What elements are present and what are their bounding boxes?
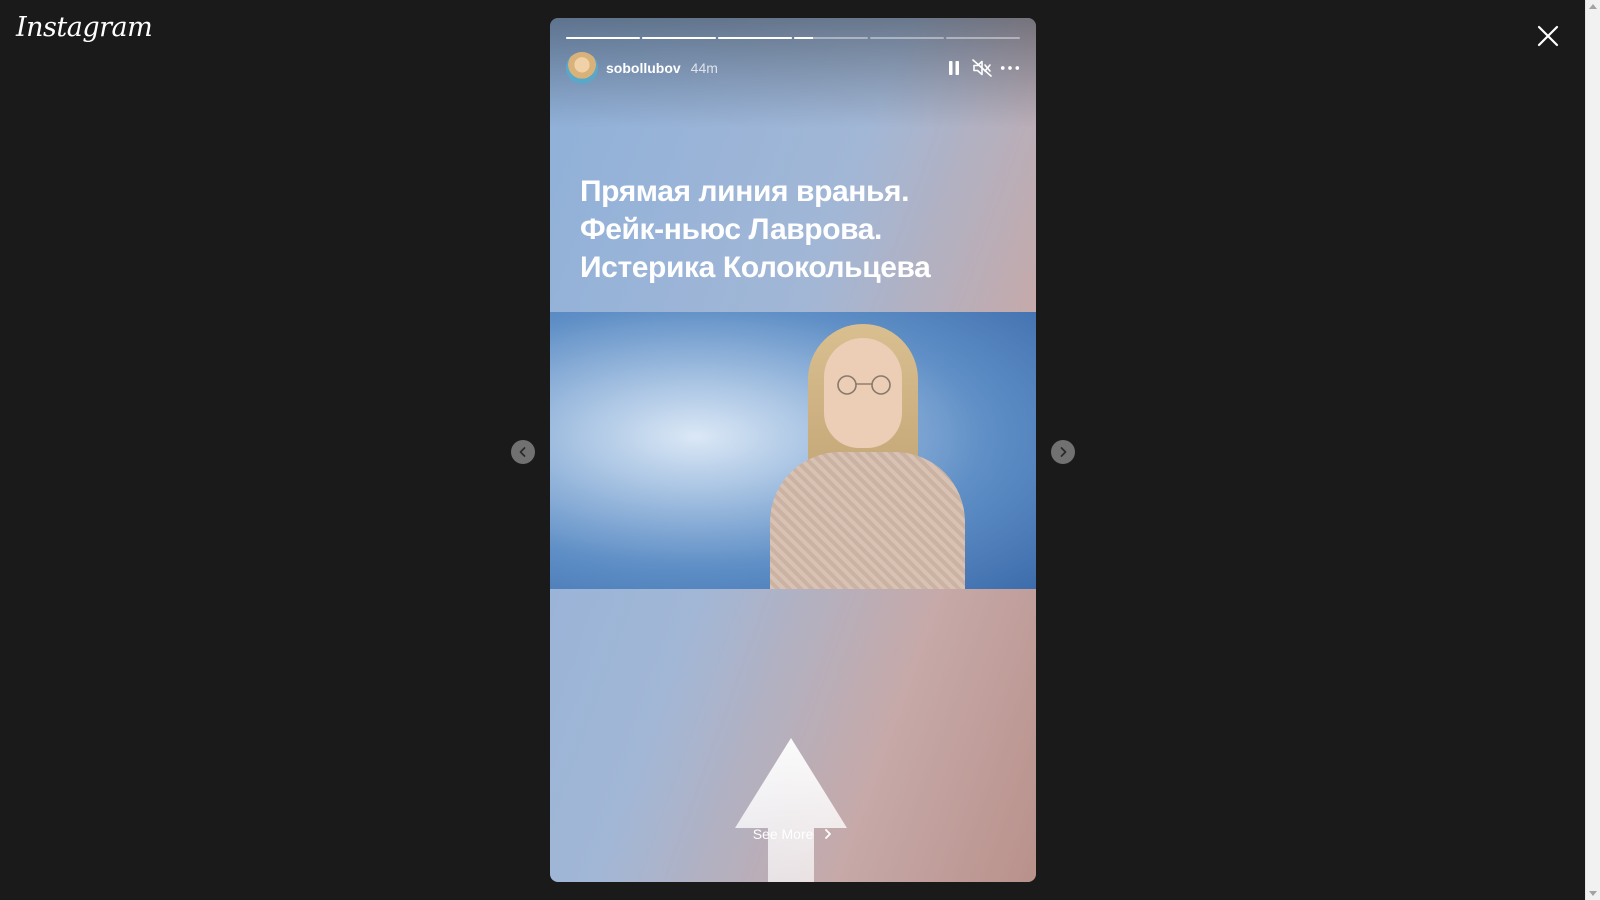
previous-story-button[interactable] [511,440,535,464]
pause-button[interactable] [944,58,964,78]
scroll-down-arrow-icon[interactable] [1589,891,1597,896]
story-progress-bar [566,37,1020,39]
more-options-icon [1000,66,1020,70]
progress-segment [870,37,944,39]
progress-segment [946,37,1020,39]
pause-icon [949,61,959,75]
story-video-frame [550,312,1036,589]
story-header: sobollubov 44m [566,52,1020,84]
story-headline: Прямая линия вранья. Фейк-ньюс Лаврова. … [580,173,1020,287]
mute-button[interactable] [972,58,992,78]
close-icon [1537,25,1559,47]
story-viewer[interactable]: sobollubov 44m Прямая линия вранья. Фейк… [550,18,1036,882]
instagram-logo[interactable]: Instagram [16,12,153,43]
scroll-up-arrow-icon[interactable] [1589,4,1597,9]
close-button[interactable] [1534,22,1562,50]
see-more-label: See More [752,826,814,842]
progress-segment-fill [566,37,640,39]
story-username[interactable]: sobollubov [606,60,681,76]
progress-segment-fill [794,37,813,39]
see-more-link[interactable]: See More [550,826,1036,842]
chevron-right-icon [1060,447,1067,457]
story-controls [944,58,1020,78]
muted-speaker-icon [972,59,992,77]
glasses-icon [837,375,891,395]
progress-segment [642,37,716,39]
headline-line: Прямая линия вранья. [580,175,910,208]
progress-segment [566,37,640,39]
page-scrollbar[interactable] [1585,0,1600,900]
avatar[interactable] [566,52,598,84]
headline-line: Истерика Колокольцева [580,251,931,284]
more-options-button[interactable] [1000,58,1020,78]
next-story-button[interactable] [1051,440,1075,464]
progress-segment [718,37,792,39]
progress-segment-fill [718,37,792,39]
headline-line: Фейк-ньюс Лаврова. [580,213,882,246]
chevron-left-icon [519,447,526,457]
progress-segment [794,37,868,39]
presenter-body [770,452,965,589]
swipe-up-arrow-icon [735,738,847,882]
chevron-right-icon [825,829,832,839]
progress-segment-fill [642,37,716,39]
story-timestamp: 44m [690,60,718,76]
